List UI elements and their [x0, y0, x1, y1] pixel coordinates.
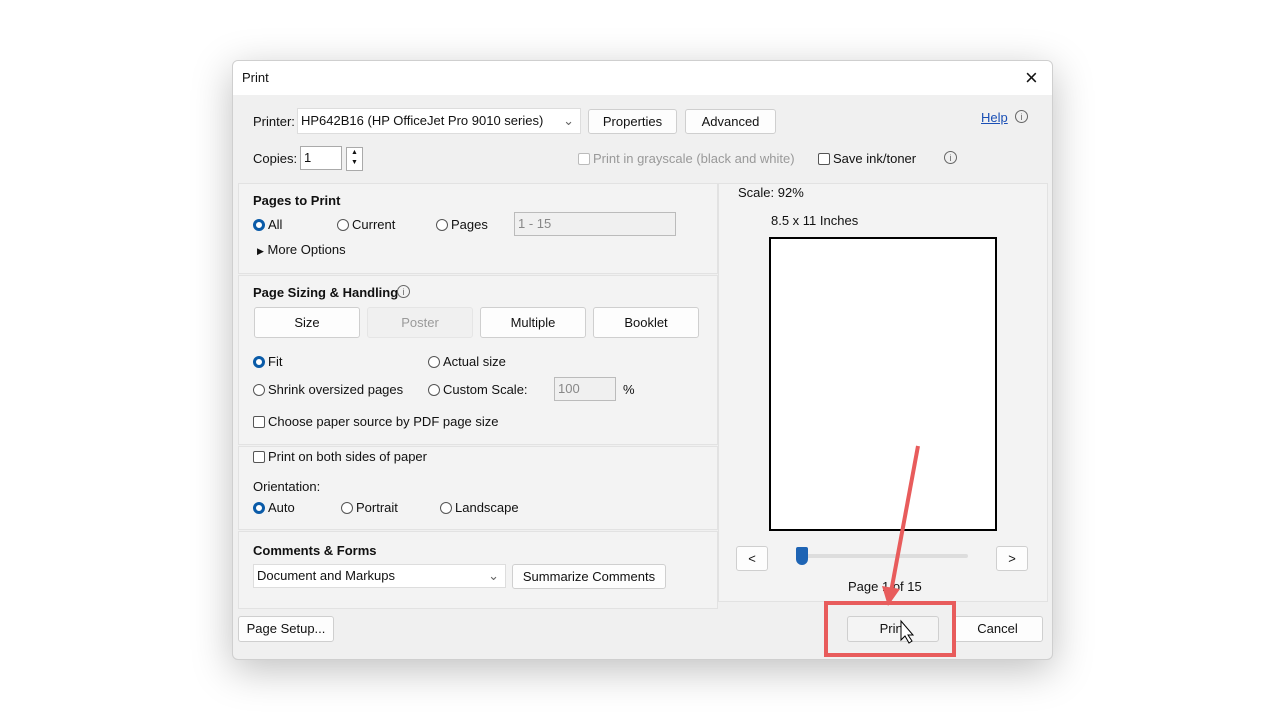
annotation-arrow: [882, 445, 920, 644]
arrow-shaft: [889, 445, 920, 593]
cursor-icon: [900, 619, 915, 644]
arrow-head: [882, 586, 900, 606]
